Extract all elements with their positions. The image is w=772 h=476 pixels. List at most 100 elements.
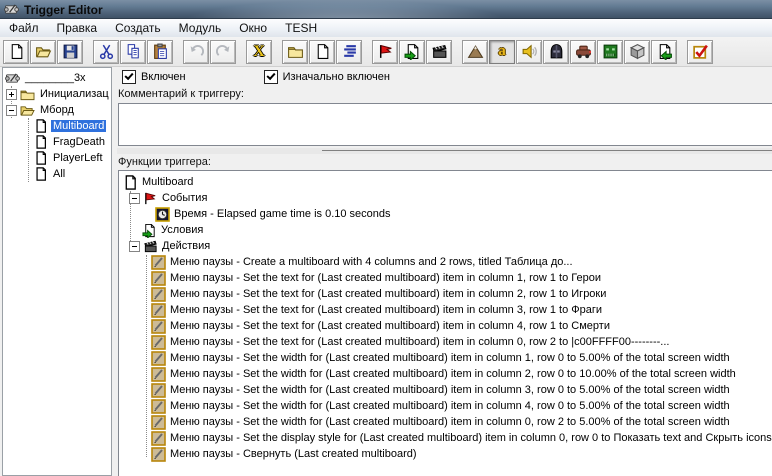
trigger-doc-icon: [317, 44, 328, 59]
title-bar[interactable]: Trigger Editor: [0, 0, 772, 19]
action-row[interactable]: Меню паузы - Set the text for (Last crea…: [123, 270, 772, 286]
ai-editor-button[interactable]: [597, 39, 623, 64]
tree-trigger-multiboard[interactable]: Multiboard: [3, 118, 111, 134]
action-text: Меню паузы - Set the text for (Last crea…: [170, 288, 607, 300]
comment-input[interactable]: [118, 103, 772, 146]
initially-on-checkbox[interactable]: [263, 70, 278, 84]
action-text: Меню паузы - Set the text for (Last crea…: [170, 320, 610, 332]
trigger-editor-button[interactable]: a: [489, 39, 515, 64]
redo-icon: [215, 45, 229, 56]
map-name-label: ________3x: [25, 72, 86, 84]
collapse-minus-icon[interactable]: [6, 104, 17, 116]
action-row[interactable]: Меню паузы - Set the text for (Last crea…: [123, 318, 772, 334]
object-manager-button[interactable]: [624, 39, 650, 64]
func-events-node[interactable]: События: [123, 190, 772, 206]
action-pencil-icon: [151, 334, 166, 350]
test-map-button[interactable]: [687, 39, 713, 64]
sound-editor-button[interactable]: [516, 39, 542, 64]
tree-category-mbord[interactable]: Мборд: [3, 102, 111, 118]
action-text: Меню паузы - Set the width for (Last cre…: [170, 368, 736, 380]
action-row[interactable]: Меню паузы - Set the display style for (…: [123, 430, 772, 446]
menu-module[interactable]: Модуль: [170, 20, 231, 36]
copy-icon: [127, 44, 139, 59]
cube-icon: [629, 43, 645, 60]
initially-on-group: Изначально включен: [263, 70, 390, 84]
tree-category-init[interactable]: Инициализац: [3, 86, 111, 102]
new-action-button[interactable]: [426, 39, 452, 64]
actions-label: Действия: [162, 240, 211, 252]
category-label: Мборд: [40, 104, 74, 116]
trigger-doc-icon: [36, 135, 46, 149]
menu-create[interactable]: Создать: [106, 20, 170, 36]
action-text: Меню паузы - Set the width for (Last cre…: [170, 352, 730, 364]
func-actions-node[interactable]: Действия: [123, 238, 772, 254]
action-row[interactable]: Меню паузы - Set the text for (Last crea…: [123, 286, 772, 302]
paste-button[interactable]: [147, 39, 173, 64]
checkbox-red-check-icon: [692, 44, 708, 59]
new-event-button[interactable]: [372, 39, 398, 64]
action-pencil-icon: [151, 270, 166, 286]
folder-icon: [20, 90, 35, 100]
tree-root-map[interactable]: ________3x: [3, 70, 111, 86]
action-row[interactable]: Меню паузы - Set the width for (Last cre…: [123, 350, 772, 366]
expand-plus-icon[interactable]: [6, 88, 17, 100]
cut-button[interactable]: [93, 39, 119, 64]
menu-tesh[interactable]: TESH: [276, 20, 326, 36]
menu-file[interactable]: Файл: [0, 20, 48, 36]
open-folder-icon: [20, 105, 35, 116]
action-row[interactable]: Меню паузы - Set the text for (Last crea…: [123, 302, 772, 318]
redo-button[interactable]: [210, 39, 236, 64]
new-trigger-button[interactable]: [309, 39, 335, 64]
trigger-comment-button[interactable]: [336, 39, 362, 64]
action-pencil-icon: [151, 382, 166, 398]
collapse-minus-icon[interactable]: [129, 192, 140, 204]
func-event-item[interactable]: Время - Elapsed game time is 0.10 second…: [123, 206, 772, 222]
action-row[interactable]: Меню паузы - Set the width for (Last cre…: [123, 398, 772, 414]
menu-window[interactable]: Окно: [230, 20, 276, 36]
trigger-label: All: [53, 168, 66, 180]
window-title: Trigger Editor: [24, 2, 103, 17]
horizontal-splitter[interactable]: [117, 148, 772, 154]
campaign-editor-button[interactable]: [570, 39, 596, 64]
time-event-icon: [155, 206, 170, 222]
action-row[interactable]: Меню паузы - Set the width for (Last cre…: [123, 382, 772, 398]
trigger-editor-a-icon: a: [498, 43, 506, 59]
copy-button[interactable]: [120, 39, 146, 64]
action-row[interactable]: Меню паузы - Свернуть (Last created mult…: [123, 446, 772, 462]
tree-trigger-fragdeath[interactable]: FragDeath: [3, 134, 111, 150]
new-category-button[interactable]: [282, 39, 308, 64]
trigger-detail-panel: Включен Изначально включен Комментарий к…: [117, 67, 772, 476]
action-row[interactable]: Меню паузы - Set the text for (Last crea…: [123, 334, 772, 350]
enabled-checkbox[interactable]: [122, 70, 136, 84]
func-trigger-root[interactable]: Multiboard: [123, 174, 772, 190]
object-editor-button[interactable]: [543, 39, 569, 64]
terrain-editor-button[interactable]: [462, 39, 488, 64]
tree-trigger-all[interactable]: All: [3, 166, 111, 182]
import-manager-button[interactable]: [651, 39, 677, 64]
menu-edit[interactable]: Правка: [48, 20, 107, 36]
action-row[interactable]: Меню паузы - Set the width for (Last cre…: [123, 414, 772, 430]
open-map-button[interactable]: [30, 39, 56, 64]
tree-trigger-playerleft[interactable]: PlayerLeft: [3, 150, 111, 166]
new-file-button[interactable]: [3, 39, 29, 64]
delete-x-icon: X: [253, 42, 265, 60]
new-condition-button[interactable]: [399, 39, 425, 64]
delete-button[interactable]: X: [246, 39, 272, 64]
cut-scissors-icon: [99, 44, 113, 60]
trigger-flags-row: Включен Изначально включен: [122, 70, 390, 84]
func-conditions-node[interactable]: Условия: [123, 222, 772, 238]
trigger-label: PlayerLeft: [53, 152, 103, 164]
undo-icon: [190, 45, 204, 56]
enabled-label: Включен: [141, 71, 186, 83]
scroll-icon: [4, 4, 19, 14]
sound-speaker-icon: [522, 44, 537, 59]
save-map-button[interactable]: [57, 39, 83, 64]
action-row[interactable]: Меню паузы - Create a multiboard with 4 …: [123, 254, 772, 270]
paste-clipboard-icon: [153, 43, 167, 59]
undo-button[interactable]: [183, 39, 209, 64]
open-folder-icon: [35, 47, 51, 58]
collapse-minus-icon[interactable]: [129, 240, 140, 252]
action-row[interactable]: Меню паузы - Set the width for (Last cre…: [123, 366, 772, 382]
action-pencil-icon: [151, 254, 166, 270]
initially-on-label: Изначально включен: [282, 71, 390, 83]
